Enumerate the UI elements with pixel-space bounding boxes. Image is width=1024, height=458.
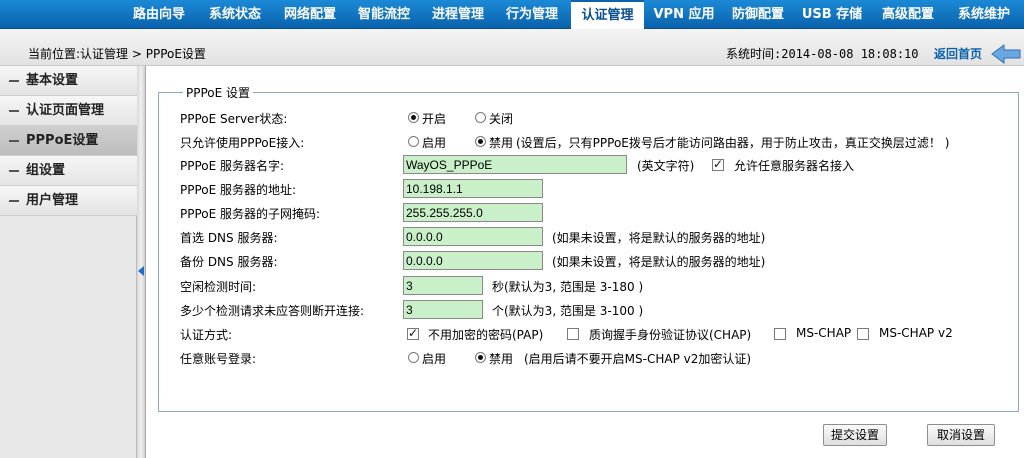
server-status-on-label: 开启 <box>422 112 447 126</box>
server-name-hint: (英文字符) <box>637 159 695 173</box>
auth-mschapv2-checkbox[interactable] <box>857 328 869 340</box>
auth-chap-label: 质询握手身份验证协议(CHAP) <box>589 328 752 342</box>
auth-mschap-checkbox[interactable] <box>774 328 786 340</box>
server-status-on-radio[interactable] <box>408 112 419 123</box>
sidebar-item-user-mgmt[interactable]: 用户管理 <box>0 186 137 216</box>
sidebar-item-pppoe[interactable]: PPPoE设置 <box>0 126 137 156</box>
server-status-label: PPPoE Server状态: <box>180 112 288 126</box>
auth-mschapv2-label: MS-CHAP v2 <box>879 326 953 340</box>
pppoe-only-note: (设置后，只有PPPoE拨号后才能访问路由器，用于防止攻击，真正交换层过滤！ ) <box>516 136 950 150</box>
any-account-enable-label: 启用 <box>422 352 447 366</box>
collapse-arrow-icon <box>138 266 144 276</box>
primary-dns-label: 首选 DNS 服务器: <box>180 231 278 245</box>
nav-item-system-maint[interactable]: 系统维护 <box>948 0 1020 29</box>
echo-fail-hint: 个(默认为3, 范围是 3-100 ) <box>492 304 644 318</box>
back-arrow-icon[interactable] <box>990 43 1022 65</box>
allow-any-server-checkbox[interactable] <box>712 157 724 171</box>
idle-check-input[interactable] <box>403 276 483 295</box>
sidebar-item-auth-page[interactable]: 认证页面管理 <box>0 96 137 126</box>
backup-dns-input[interactable] <box>403 251 543 270</box>
dash-icon <box>9 140 19 142</box>
nav-item-defense-config[interactable]: 防御配置 <box>722 0 794 29</box>
nav-item-route-wizard[interactable]: 路由向导 <box>123 0 195 29</box>
auth-pap-checkbox[interactable] <box>407 326 419 340</box>
pppoe-only-enable-label: 启用 <box>422 136 447 150</box>
dash-icon <box>9 80 19 82</box>
subnet-mask-label: PPPoE 服务器的子网掩码: <box>180 207 321 221</box>
top-nav: 路由向导 系统状态 网络配置 智能流控 进程管理 行为管理 认证管理 VPN 应… <box>0 0 1024 29</box>
server-status-off-radio[interactable] <box>475 112 486 123</box>
nav-item-network-config[interactable]: 网络配置 <box>274 0 346 29</box>
nav-item-auth-mgmt[interactable]: 认证管理 <box>571 0 644 29</box>
sidebar: 基本设置 认证页面管理 PPPoE设置 组设置 用户管理 <box>0 66 137 458</box>
server-name-label: PPPoE 服务器名字: <box>180 159 285 173</box>
sidebar-item-label: 组设置 <box>26 163 66 178</box>
pppoe-only-disable-radio[interactable] <box>475 136 486 147</box>
pppoe-only-disable-label: 禁用 <box>489 136 514 150</box>
backup-dns-hint: (如果未设置，将是默认的服务器的地址) <box>552 255 766 269</box>
sidebar-item-label: 基本设置 <box>26 73 79 88</box>
auth-mschap-label: MS-CHAP <box>796 326 852 340</box>
nav-item-behavior-mgmt[interactable]: 行为管理 <box>496 0 568 29</box>
pppoe-only-enable-radio[interactable] <box>408 136 419 147</box>
cancel-button[interactable]: 取消设置 <box>927 424 995 446</box>
echo-fail-input[interactable] <box>403 300 483 319</box>
dash-icon <box>9 110 19 112</box>
sidebar-toggle[interactable] <box>137 66 146 458</box>
home-link[interactable]: 返回首页 <box>934 45 982 62</box>
sidebar-item-label: 用户管理 <box>26 193 79 208</box>
sidebar-item-label: PPPoE设置 <box>26 133 99 148</box>
system-time: 系统时间:2014-08-08 18:08:10 <box>726 47 919 61</box>
nav-item-system-status[interactable]: 系统状态 <box>199 0 271 29</box>
echo-fail-label: 多少个检测请求未应答则断开连接: <box>180 304 365 318</box>
sidebar-item-group[interactable]: 组设置 <box>0 156 137 186</box>
allow-any-server-label: 允许任意服务器名接入 <box>734 159 855 173</box>
breadcrumb: 当前位置:认证管理 > PPPoE设置 <box>28 47 206 61</box>
dash-icon <box>9 200 19 202</box>
breadcrumb-bar: 当前位置:认证管理 > PPPoE设置 系统时间:2014-08-08 18:0… <box>0 29 1024 66</box>
pppoe-only-label: 只允许使用PPPoE接入: <box>180 136 305 150</box>
nav-item-vpn[interactable]: VPN 应用 <box>648 0 720 29</box>
auth-chap-checkbox[interactable] <box>567 328 579 340</box>
server-addr-label: PPPoE 服务器的地址: <box>180 183 297 197</box>
any-account-label: 任意账号登录: <box>180 352 257 366</box>
any-account-enable-radio[interactable] <box>408 352 419 363</box>
server-name-input[interactable] <box>403 155 627 174</box>
any-account-disable-label: 禁用 <box>489 352 514 366</box>
backup-dns-label: 备份 DNS 服务器: <box>180 255 278 269</box>
nav-item-usb-storage[interactable]: USB 存储 <box>797 0 867 29</box>
dash-icon <box>9 170 19 172</box>
server-addr-input[interactable] <box>403 179 543 198</box>
auth-pap-label: 不用加密的密码(PAP) <box>428 328 544 342</box>
submit-button[interactable]: 提交设置 <box>823 424 887 446</box>
primary-dns-hint: (如果未设置，将是默认的服务器的地址) <box>552 231 766 245</box>
sidebar-item-label: 认证页面管理 <box>26 103 105 118</box>
nav-item-advanced-config[interactable]: 高级配置 <box>872 0 944 29</box>
idle-check-hint: 秒(默认为3, 范围是 3-180 ) <box>492 280 644 294</box>
nav-item-flow-control[interactable]: 智能流控 <box>348 0 420 29</box>
auth-method-label: 认证方式: <box>180 328 233 342</box>
idle-check-label: 空闲检测时间: <box>180 280 257 294</box>
sidebar-item-basic-settings[interactable]: 基本设置 <box>0 66 137 96</box>
primary-dns-input[interactable] <box>403 227 543 246</box>
subnet-mask-input[interactable] <box>403 203 543 222</box>
nav-item-process-mgmt[interactable]: 进程管理 <box>422 0 494 29</box>
server-status-off-label: 关闭 <box>489 112 514 126</box>
any-account-disable-radio[interactable] <box>475 352 486 363</box>
any-account-note: (启用后请不要开启MS-CHAP v2加密认证) <box>524 352 752 366</box>
panel-legend: PPPoE 设置 <box>183 84 254 101</box>
